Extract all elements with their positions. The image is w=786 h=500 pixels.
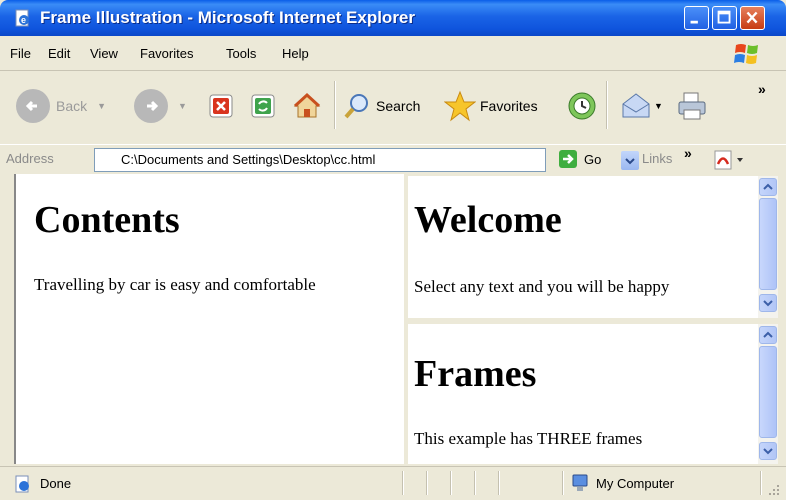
- toolbar-separator: [606, 81, 608, 129]
- print-icon: [678, 92, 706, 120]
- minimize-icon: [690, 20, 698, 24]
- ie-page-icon: e: [15, 9, 29, 27]
- close-icon: [746, 11, 758, 24]
- status-separator: [760, 471, 762, 495]
- maximize-button[interactable]: [712, 6, 737, 30]
- arrow-up-icon: [763, 183, 773, 190]
- status-text: Done: [40, 476, 72, 491]
- favorites-star-icon: [444, 90, 476, 122]
- resize-grip-icon[interactable]: [768, 484, 780, 496]
- history-icon: [568, 92, 596, 120]
- back-arrow-icon: [16, 89, 50, 123]
- search-icon: [344, 94, 368, 119]
- back-dropdown-icon[interactable]: ▼: [97, 101, 106, 111]
- page-done-icon: [15, 475, 29, 493]
- history-button[interactable]: [566, 83, 598, 129]
- close-button[interactable]: [740, 6, 765, 30]
- windows-logo-icon: [734, 44, 758, 64]
- links-label[interactable]: Links: [642, 151, 672, 166]
- home-button[interactable]: [292, 83, 322, 129]
- arrow-down-icon: [763, 448, 773, 455]
- refresh-button[interactable]: [250, 83, 276, 129]
- scroll-down-button[interactable]: [759, 442, 777, 460]
- welcome-heading: Welcome: [414, 199, 562, 241]
- menu-favorites[interactable]: Favorites: [140, 46, 193, 61]
- mail-button[interactable]: ▼: [620, 83, 663, 129]
- status-bar: Done My Computer: [0, 466, 786, 500]
- forward-dropdown-icon[interactable]: ▼: [178, 101, 187, 111]
- favorites-label: Favorites: [480, 98, 538, 114]
- address-dropdown-button[interactable]: [621, 151, 639, 170]
- menu-help[interactable]: Help: [282, 46, 309, 61]
- my-computer-icon: [572, 474, 588, 491]
- menu-edit[interactable]: Edit: [48, 46, 70, 61]
- maximize-icon: [717, 10, 731, 24]
- title-bar[interactable]: e Frame Illustration - Microsoft Interne…: [0, 0, 786, 36]
- welcome-text: Select any text and you will be happy: [414, 277, 670, 296]
- refresh-icon: [251, 94, 275, 118]
- standard-toolbar: Back ▼ ▼ Search Favorites ▼ »: [0, 71, 786, 144]
- status-separator: [402, 471, 404, 495]
- address-label: Address: [6, 151, 54, 166]
- chevron-down-icon: [625, 158, 635, 165]
- home-icon: [293, 92, 321, 118]
- print-button[interactable]: [676, 83, 708, 129]
- mail-dropdown-icon[interactable]: ▼: [654, 101, 663, 111]
- minimize-button[interactable]: [684, 6, 709, 30]
- security-zone-label: My Computer: [596, 476, 675, 491]
- toolbar-more-chevron[interactable]: »: [758, 81, 766, 97]
- favorites-button[interactable]: Favorites: [444, 83, 538, 129]
- go-button[interactable]: Go: [558, 149, 601, 169]
- back-label: Back: [56, 98, 88, 114]
- mail-icon: [622, 93, 650, 118]
- acrobat-icon[interactable]: [712, 149, 746, 171]
- status-separator: [426, 471, 428, 495]
- search-button[interactable]: Search: [342, 83, 420, 129]
- go-arrow-icon: [559, 150, 577, 168]
- frames-frame[interactable]: Frames This example has THREE frames: [408, 324, 778, 464]
- frames-text: This example has THREE frames: [414, 429, 643, 448]
- welcome-scrollbar[interactable]: [758, 176, 778, 318]
- frames-heading: Frames: [414, 353, 537, 395]
- address-bar: Address C:\Documents and Settings\Deskto…: [0, 144, 786, 175]
- window-title: Frame Illustration - Microsoft Internet …: [40, 8, 416, 27]
- contents-heading: Contents: [34, 199, 180, 241]
- address-value: C:\Documents and Settings\Desktop\cc.htm…: [121, 152, 376, 167]
- scroll-thumb[interactable]: [759, 198, 777, 290]
- status-separator: [562, 471, 564, 495]
- contents-frame[interactable]: Contents Travelling by car is easy and c…: [14, 174, 404, 464]
- forward-button[interactable]: ▼: [134, 83, 187, 129]
- forward-arrow-icon: [134, 89, 168, 123]
- arrow-down-icon: [763, 300, 773, 307]
- scroll-down-button[interactable]: [759, 294, 777, 312]
- menu-bar: File Edit View Favorites Tools Help: [0, 36, 786, 71]
- menu-tools[interactable]: Tools: [226, 46, 256, 61]
- menu-view[interactable]: View: [90, 46, 118, 61]
- search-label: Search: [376, 98, 421, 114]
- links-chevron[interactable]: »: [684, 145, 692, 161]
- status-separator: [450, 471, 452, 495]
- menu-file[interactable]: File: [10, 46, 31, 61]
- status-separator: [474, 471, 476, 495]
- scroll-thumb[interactable]: [759, 346, 777, 438]
- status-separator: [498, 471, 500, 495]
- arrow-up-icon: [763, 331, 773, 338]
- back-button[interactable]: Back ▼: [16, 83, 106, 129]
- svg-text:e: e: [21, 15, 26, 25]
- go-label: Go: [584, 151, 602, 167]
- stop-icon: [209, 94, 233, 118]
- welcome-frame[interactable]: Welcome Select any text and you will be …: [408, 176, 778, 318]
- address-input[interactable]: C:\Documents and Settings\Desktop\cc.htm…: [94, 148, 639, 172]
- stop-button[interactable]: [208, 83, 234, 129]
- contents-text: Travelling by car is easy and comfortabl…: [34, 275, 316, 294]
- frames-scrollbar[interactable]: [758, 324, 778, 464]
- scroll-up-button[interactable]: [759, 178, 777, 196]
- scroll-up-button[interactable]: [759, 326, 777, 344]
- browser-window: e Frame Illustration - Microsoft Interne…: [0, 0, 786, 500]
- frameset: Contents Travelling by car is easy and c…: [8, 174, 778, 464]
- toolbar-separator: [334, 81, 336, 129]
